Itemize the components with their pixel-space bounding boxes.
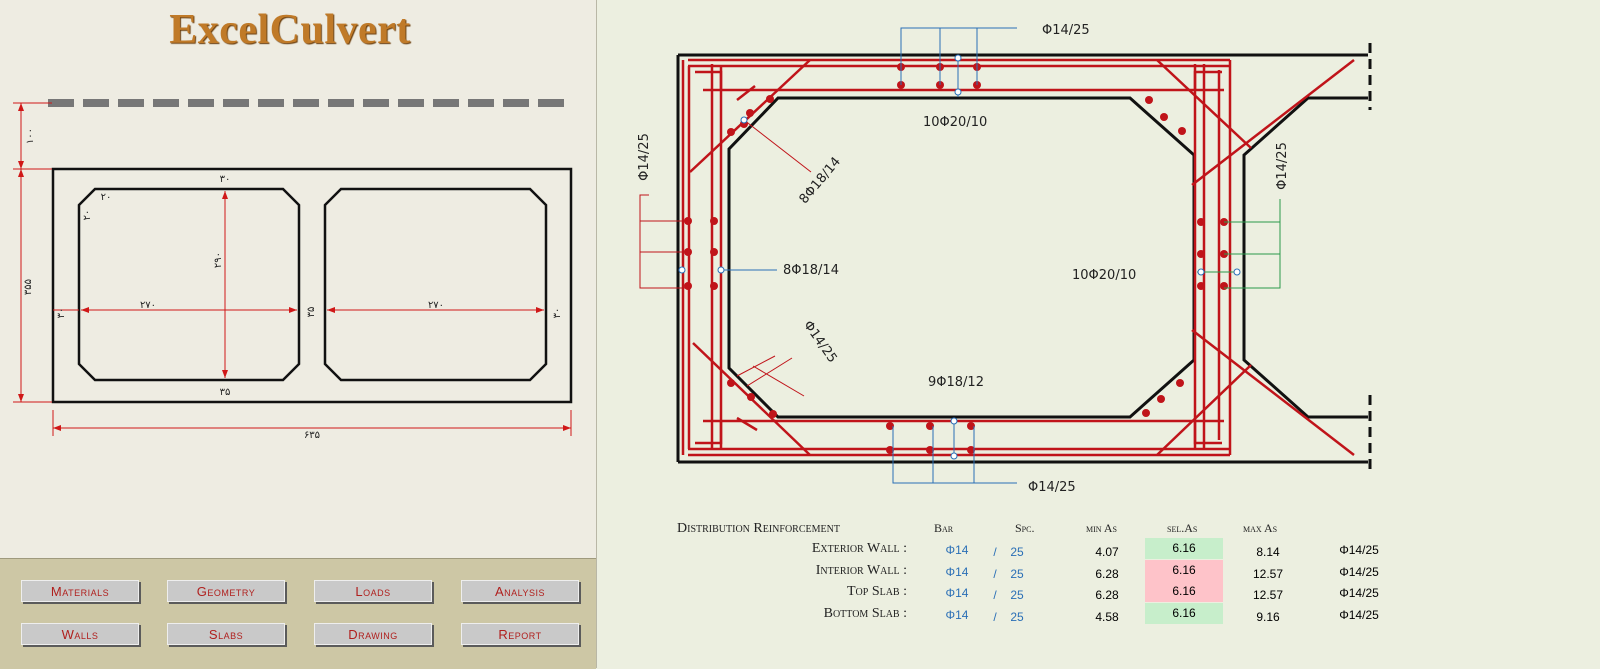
sel-as: 6.16: [1145, 538, 1223, 559]
row-label-top-slab: Top Slab :: [846, 584, 907, 599]
max-as: 12.57: [1252, 567, 1284, 581]
separator: /: [993, 545, 997, 559]
culvert-outline: [51, 167, 573, 404]
sel-as: 6.16: [1145, 560, 1223, 581]
sel-as: 6.16: [1145, 603, 1223, 624]
dim-total-height: ۳۵۵: [23, 279, 34, 295]
result: Φ14/25: [1339, 586, 1379, 600]
geometry-button[interactable]: Geometry: [167, 580, 285, 602]
header-sel-as: sel.As: [1167, 521, 1198, 535]
min-as: 6.28: [1095, 588, 1119, 602]
loads-button[interactable]: Loads: [314, 580, 432, 602]
bar-size[interactable]: Φ14: [937, 586, 977, 600]
min-as: 4.07: [1095, 545, 1119, 559]
max-as: 12.57: [1252, 588, 1284, 602]
dim-bottom-slab: ۳۵: [220, 387, 231, 398]
spacing[interactable]: 25: [1002, 610, 1032, 624]
dim-int-wall: ۳۵: [306, 307, 317, 318]
min-as: 6.28: [1095, 567, 1119, 581]
cell-2-outline: [323, 187, 548, 382]
navigation-bar: Materials Geometry Loads Analysis Walls …: [0, 558, 596, 669]
bar-size[interactable]: Φ14: [937, 608, 977, 622]
spacing[interactable]: 25: [1002, 545, 1032, 559]
row-label-interior-wall: Interior Wall :: [815, 563, 907, 578]
dim-ext-wall-right: ۳۰: [552, 308, 563, 319]
walls-button[interactable]: Walls: [21, 623, 139, 645]
dim-ext-wall-left: ۳۰: [56, 308, 67, 319]
header-bar: Bar: [934, 521, 954, 535]
bar-size[interactable]: Φ14: [937, 543, 977, 557]
left-panel: ExcelCulvert ۱۰۰ ۳۵۵ ۳۰ ۲۰ ۲۰ ۲۹۰ ۳۰ ۲۷۰…: [0, 0, 597, 669]
max-as: 9.16: [1256, 610, 1280, 624]
geometry-sketch: ۱۰۰ ۳۵۵ ۳۰ ۲۰ ۲۰ ۲۹۰ ۳۰ ۲۷۰ ۳۵ ۲۷۰ ۳۰ ۳۵…: [13, 99, 573, 441]
dim-total-width: ۶۳۵: [304, 430, 320, 441]
report-button[interactable]: Report: [461, 623, 579, 645]
dim-haunch-v: ۲۰: [82, 210, 93, 221]
dim-inner-height: ۲۹۰: [213, 252, 224, 268]
materials-button[interactable]: Materials: [21, 580, 139, 602]
analysis-button[interactable]: Analysis: [461, 580, 579, 602]
spacing[interactable]: 25: [1002, 588, 1032, 602]
header-min-as: min As: [1086, 521, 1118, 535]
max-as: 8.14: [1256, 545, 1280, 559]
distribution-table: Distribution Reinforcement Bar Spc. min …: [597, 0, 1600, 668]
drawing-button[interactable]: Drawing: [314, 623, 432, 645]
header-max-as: max As: [1243, 521, 1278, 535]
cell-1-outline: [77, 187, 301, 382]
right-panel: Φ14/25 10Φ20/10 Φ14/25 8Φ18/14 8Φ18/14 Φ…: [597, 0, 1600, 668]
header-spc: Spc.: [1015, 521, 1035, 535]
separator: /: [993, 610, 997, 624]
separator: /: [993, 567, 997, 581]
dim-wall-top: ۳۰: [220, 174, 231, 185]
separator: /: [993, 588, 997, 602]
result: Φ14/25: [1339, 543, 1379, 557]
dim-cell-width-2: ۲۷۰: [428, 300, 444, 311]
spacing[interactable]: 25: [1002, 567, 1032, 581]
dim-cell-width-1: ۲۷۰: [140, 300, 156, 311]
result: Φ14/25: [1339, 608, 1379, 622]
slabs-button[interactable]: Slabs: [167, 623, 285, 645]
bar-size[interactable]: Φ14: [937, 565, 977, 579]
dim-top-fill: ۱۰۰: [25, 128, 36, 144]
min-as: 4.58: [1095, 610, 1119, 624]
sel-as: 6.16: [1145, 581, 1223, 602]
row-label-exterior-wall: Exterior Wall :: [811, 541, 907, 556]
distribution-title: Distribution Reinforcement: [677, 521, 840, 536]
result: Φ14/25: [1339, 565, 1379, 579]
dim-haunch-h: ۲۰: [101, 192, 112, 203]
row-label-bottom-slab: Bottom Slab :: [823, 606, 907, 621]
